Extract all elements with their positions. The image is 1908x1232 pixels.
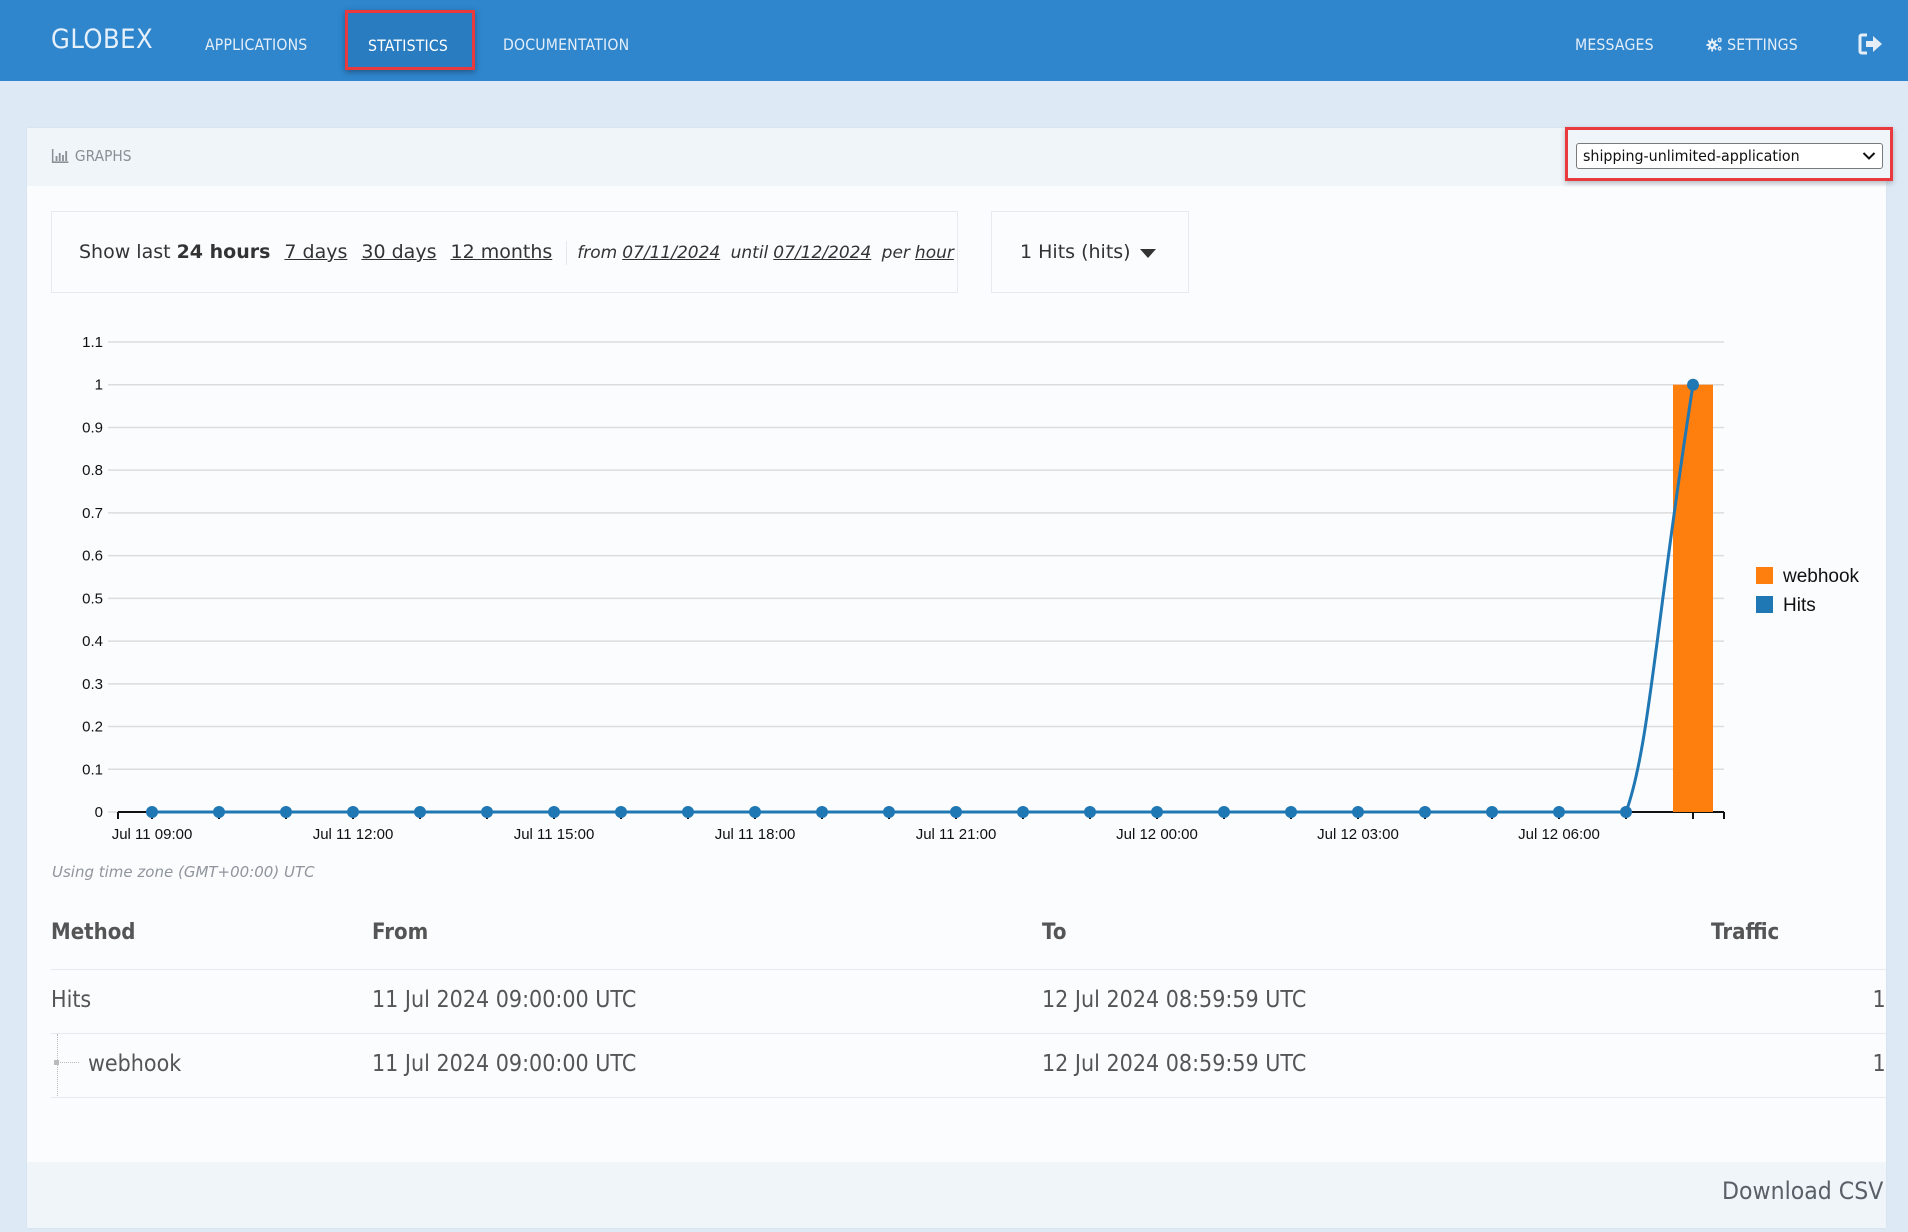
nav-applications[interactable]: APPLICATIONS (205, 35, 307, 54)
row-divider (51, 1097, 1886, 1098)
tree-connector (57, 1062, 79, 1063)
point-Hits (481, 806, 493, 818)
point-Hits (1151, 806, 1163, 818)
y-tick-label: 0 (95, 804, 103, 821)
y-tick-label: 0.9 (82, 419, 103, 436)
cell-from: 11 Jul 2024 09:00:00 UTC (372, 1051, 637, 1077)
cell-to: 12 Jul 2024 08:59:59 UTC (1042, 1051, 1307, 1077)
nav-statistics[interactable]: STATISTICS (368, 36, 448, 55)
nav-documentation[interactable]: DOCUMENTATION (503, 35, 629, 54)
top-navbar: GLOBEX APPLICATIONS STATISTICS DOCUMENTA… (0, 0, 1908, 81)
y-tick-label: 0.5 (82, 590, 103, 607)
point-Hits (1352, 806, 1364, 818)
point-Hits (146, 806, 158, 818)
nav-messages[interactable]: MESSAGES (1575, 35, 1654, 54)
y-tick-label: 1 (95, 377, 103, 394)
x-tick-label: Jul 11 21:00 (916, 826, 997, 843)
point-Hits (548, 806, 560, 818)
panel-footer: Download CSV (27, 1162, 1886, 1228)
point-Hits (280, 806, 292, 818)
point-Hits (1486, 806, 1498, 818)
y-tick-label: 0.4 (82, 633, 103, 650)
y-tick-label: 0.6 (82, 548, 103, 565)
point-Hits (1084, 806, 1096, 818)
tree-connector (57, 1034, 58, 1098)
cell-to: 12 Jul 2024 08:59:59 UTC (1042, 987, 1307, 1013)
point-Hits (682, 806, 694, 818)
sign-out-icon[interactable] (1858, 33, 1884, 55)
y-tick-label: 0.7 (82, 505, 103, 522)
point-Hits (414, 806, 426, 818)
point-Hits (1218, 806, 1230, 818)
y-tick-label: 0.2 (82, 719, 103, 736)
point-Hits (1285, 806, 1297, 818)
y-tick-label: 1.1 (82, 334, 103, 351)
y-tick-label: 0.8 (82, 462, 103, 479)
cell-from: 11 Jul 2024 09:00:00 UTC (372, 987, 637, 1013)
x-tick-label: Jul 11 18:00 (715, 826, 796, 843)
col-header-from: From (372, 920, 429, 945)
point-Hits (213, 806, 225, 818)
point-Hits (816, 806, 828, 818)
col-header-traffic: Traffic (1711, 920, 1780, 945)
legend-label: webhook (1782, 566, 1860, 587)
nav-settings[interactable]: SETTINGS (1706, 35, 1798, 54)
cell-traffic: 1 (1872, 987, 1886, 1013)
point-Hits (347, 806, 359, 818)
col-header-to: To (1042, 920, 1067, 945)
x-tick-label: Jul 11 09:00 (112, 826, 193, 843)
point-Hits (1017, 806, 1029, 818)
row-divider (51, 969, 1886, 970)
bar-webhook (1673, 384, 1713, 812)
point-Hits (749, 806, 761, 818)
traffic-chart: 0 0.1 0.2 0.3 0.4 0.5 0.6 0.7 0.8 0.9 1 1.1 Jul 11 0… (82, 334, 1860, 843)
legend-swatch (1756, 596, 1773, 613)
point-Hits (1553, 806, 1565, 818)
graphs-panel: GRAPHS shipping-unlimited-application Sh… (27, 127, 1893, 1228)
row-divider (51, 1033, 1886, 1034)
legend-swatch (1756, 567, 1773, 584)
x-tick-label: Jul 11 15:00 (514, 826, 595, 843)
cell-method: Hits (51, 987, 92, 1013)
timezone-note: Using time zone (GMT+00:00) UTC (52, 863, 315, 881)
brand-logo[interactable]: GLOBEX (51, 24, 153, 55)
settings-label: SETTINGS (1727, 35, 1798, 54)
x-tick-label: Jul 12 03:00 (1317, 826, 1399, 843)
point-Hits (883, 806, 895, 818)
legend-label: Hits (1783, 595, 1816, 616)
cell-traffic: 1 (1872, 1051, 1886, 1077)
col-header-method: Method (51, 920, 136, 945)
cell-method: webhook (88, 1051, 182, 1077)
cogs-icon (1706, 37, 1722, 52)
y-tick-label: 0.1 (82, 761, 103, 778)
x-tick-label: Jul 12 00:00 (1116, 826, 1198, 843)
point-Hits (615, 806, 627, 818)
point-Hits (950, 806, 962, 818)
point-Hits (1620, 806, 1632, 818)
x-tick-label: Jul 11 12:00 (313, 826, 394, 843)
nav-statistics-highlight: STATISTICS (345, 10, 475, 70)
point-Hits (1419, 806, 1431, 818)
point-Hits (1687, 378, 1699, 391)
x-tick-label: Jul 12 06:00 (1518, 826, 1600, 843)
y-tick-label: 0.3 (82, 676, 103, 693)
download-csv-link[interactable]: Download CSV (1722, 1177, 1883, 1205)
